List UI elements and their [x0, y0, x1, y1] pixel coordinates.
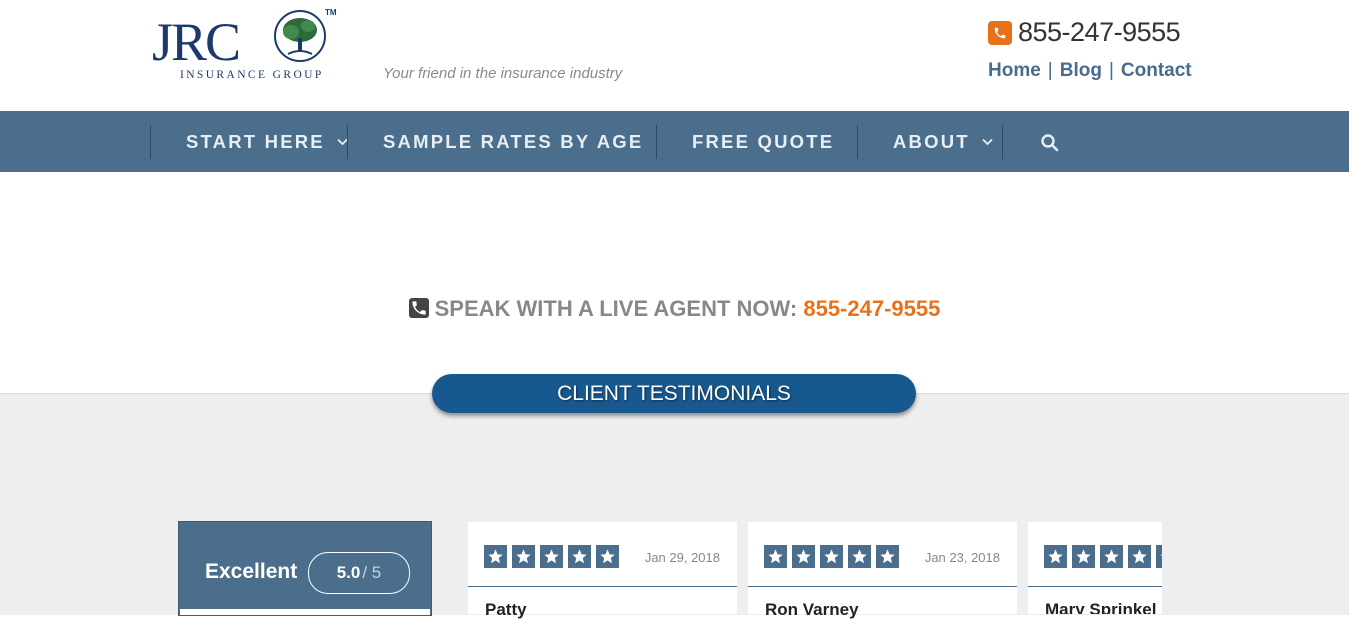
nav-divider: [347, 125, 348, 159]
reviewer-name: Patty: [485, 600, 527, 619]
search-icon[interactable]: [1040, 133, 1060, 158]
star-icon: [596, 545, 619, 568]
site-header: JRC TM INSURANCE GROUP Your friend in th…: [0, 0, 1349, 111]
rating-summary-card: Excellent 5.0/ 5: [178, 521, 432, 616]
star-rating: [1044, 545, 1162, 568]
rating-score-pill: 5.0/ 5: [308, 552, 410, 594]
reviewer-name: Mary Sprinkel: [1045, 600, 1157, 614]
review-card: Jan 23, 2018 Ron Varney: [748, 522, 1017, 619]
nav-item-label: START HERE: [186, 130, 325, 152]
nav-item-label: FREE QUOTE: [692, 130, 835, 152]
agent-label: SPEAK WITH A LIVE AGENT NOW:: [434, 296, 798, 321]
review-date: Jan 29, 2018: [644, 550, 720, 565]
phone-icon: [988, 20, 1012, 45]
nav-divider: [656, 125, 657, 159]
nav-item-label: SAMPLE RATES BY AGE: [383, 130, 644, 152]
home-link[interactable]: Home: [988, 60, 1041, 81]
nav-item-free-quote[interactable]: FREE QUOTE: [692, 111, 834, 172]
star-icon: [876, 545, 899, 568]
star-icon: [1100, 545, 1123, 568]
star-icon: [764, 545, 787, 568]
star-icon: [484, 545, 507, 568]
review-card: Jan 29, 2018 Patty: [468, 522, 737, 619]
nav-divider: [1002, 125, 1003, 159]
star-icon: [540, 545, 563, 568]
blog-link[interactable]: Blog: [1060, 60, 1102, 81]
live-agent-cta: SPEAK WITH A LIVE AGENT NOW: 855-247-955…: [0, 296, 1349, 322]
nav-divider: [857, 125, 858, 159]
trademark-mark: TM: [325, 8, 337, 17]
phone-icon: [408, 298, 429, 318]
star-rating: [484, 545, 624, 568]
client-testimonials-button[interactable]: CLIENT TESTIMONIALS: [432, 374, 916, 413]
nav-item-about[interactable]: ABOUT: [893, 111, 993, 172]
nav-item-start-here[interactable]: START HERE: [186, 111, 348, 172]
logo-text: JRC: [152, 12, 241, 72]
nav-divider: [150, 125, 151, 159]
main-nav: START HERE SAMPLE RATES BY AGE FREE QUOT…: [0, 111, 1349, 172]
rating-score: 5.0: [336, 563, 361, 582]
star-icon: [1128, 545, 1151, 568]
star-icon: [1156, 545, 1162, 568]
rating-label: Excellent: [205, 560, 298, 583]
top-links: Home | Blog | Contact: [988, 60, 1192, 81]
reviewer-name: Ron Varney: [765, 600, 859, 619]
contact-link[interactable]: Contact: [1121, 60, 1192, 81]
header-phone[interactable]: 855-247-9555: [988, 17, 1181, 48]
chevron-down-icon: [982, 135, 993, 149]
tree-logo-icon: [274, 10, 326, 62]
star-icon: [568, 545, 591, 568]
logo[interactable]: JRC TM INSURANCE GROUP: [150, 8, 340, 88]
header-phone-number: 855-247-9555: [1018, 17, 1181, 47]
review-card-clipped: Mary Sprinkel: [1028, 522, 1162, 614]
star-icon: [1072, 545, 1095, 568]
star-icon: [820, 545, 843, 568]
nav-item-sample-rates[interactable]: SAMPLE RATES BY AGE: [383, 111, 643, 172]
nav-item-label: ABOUT: [893, 130, 970, 152]
star-icon: [792, 545, 815, 568]
tagline: Your friend in the insurance industry: [383, 65, 623, 82]
rating-out-of: / 5: [362, 563, 382, 582]
logo-subtext: INSURANCE GROUP: [180, 69, 324, 81]
star-icon: [848, 545, 871, 568]
star-icon: [1044, 545, 1067, 568]
review-card: Mary Sprinkel: [1028, 522, 1162, 614]
agent-phone-number[interactable]: 855-247-9555: [803, 296, 940, 321]
star-rating: [764, 545, 904, 568]
star-icon: [512, 545, 535, 568]
review-date: Jan 23, 2018: [924, 550, 1000, 565]
